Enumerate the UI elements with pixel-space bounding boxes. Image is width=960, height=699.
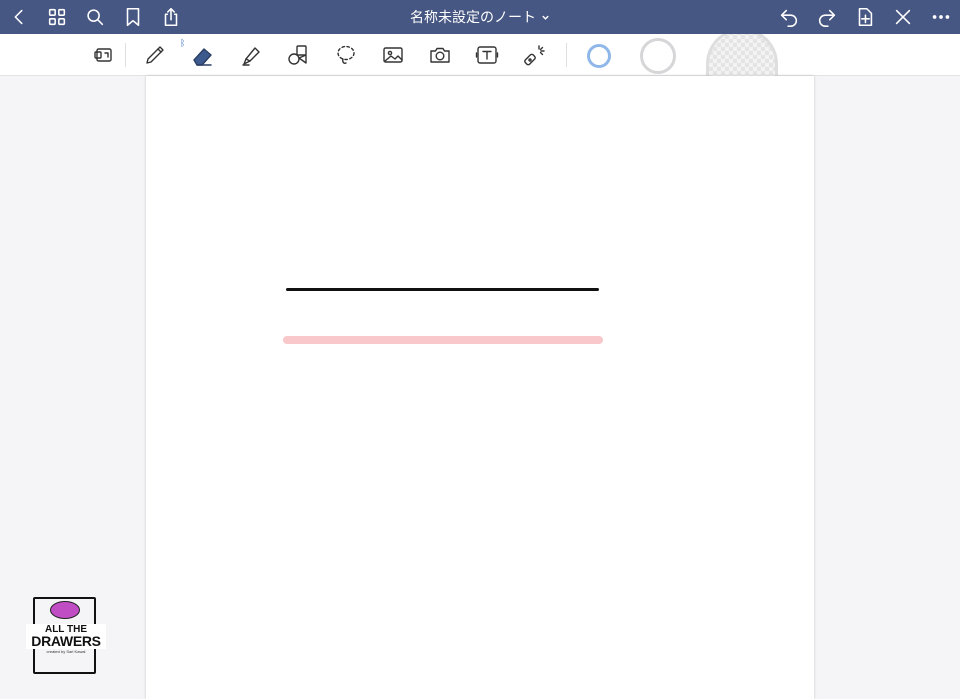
pen-stroke[interactable] bbox=[286, 288, 599, 291]
redo-icon[interactable] bbox=[813, 3, 841, 31]
note-title: 名称未設定のノート bbox=[410, 9, 536, 25]
close-pen-icon[interactable] bbox=[889, 3, 917, 31]
swatch-clip bbox=[0, 34, 960, 76]
share-icon[interactable] bbox=[157, 3, 185, 31]
chevron-down-icon bbox=[542, 15, 549, 20]
more-icon[interactable] bbox=[927, 3, 955, 31]
add-page-icon[interactable] bbox=[851, 3, 879, 31]
logo-text-credit: created by Sari Kawai bbox=[46, 649, 86, 654]
undo-icon[interactable] bbox=[775, 3, 803, 31]
chevron-left-icon[interactable] bbox=[5, 3, 33, 31]
bookmark-icon[interactable] bbox=[119, 3, 147, 31]
all-the-drawers-logo: ALL THE DRAWERS created by Sari Kawai bbox=[26, 596, 106, 676]
highlighter-stroke[interactable] bbox=[283, 336, 603, 344]
grid-icon[interactable] bbox=[43, 3, 71, 31]
brain-icon bbox=[50, 601, 80, 619]
search-icon[interactable] bbox=[81, 3, 109, 31]
logo-text-main: DRAWERS bbox=[26, 634, 106, 649]
note-page[interactable] bbox=[146, 76, 814, 699]
top-bar: 名称未設定のノート bbox=[0, 0, 960, 34]
stroke-width-swatch-large[interactable] bbox=[706, 34, 778, 76]
note-title-menu[interactable]: 名称未設定のノート bbox=[330, 0, 630, 34]
